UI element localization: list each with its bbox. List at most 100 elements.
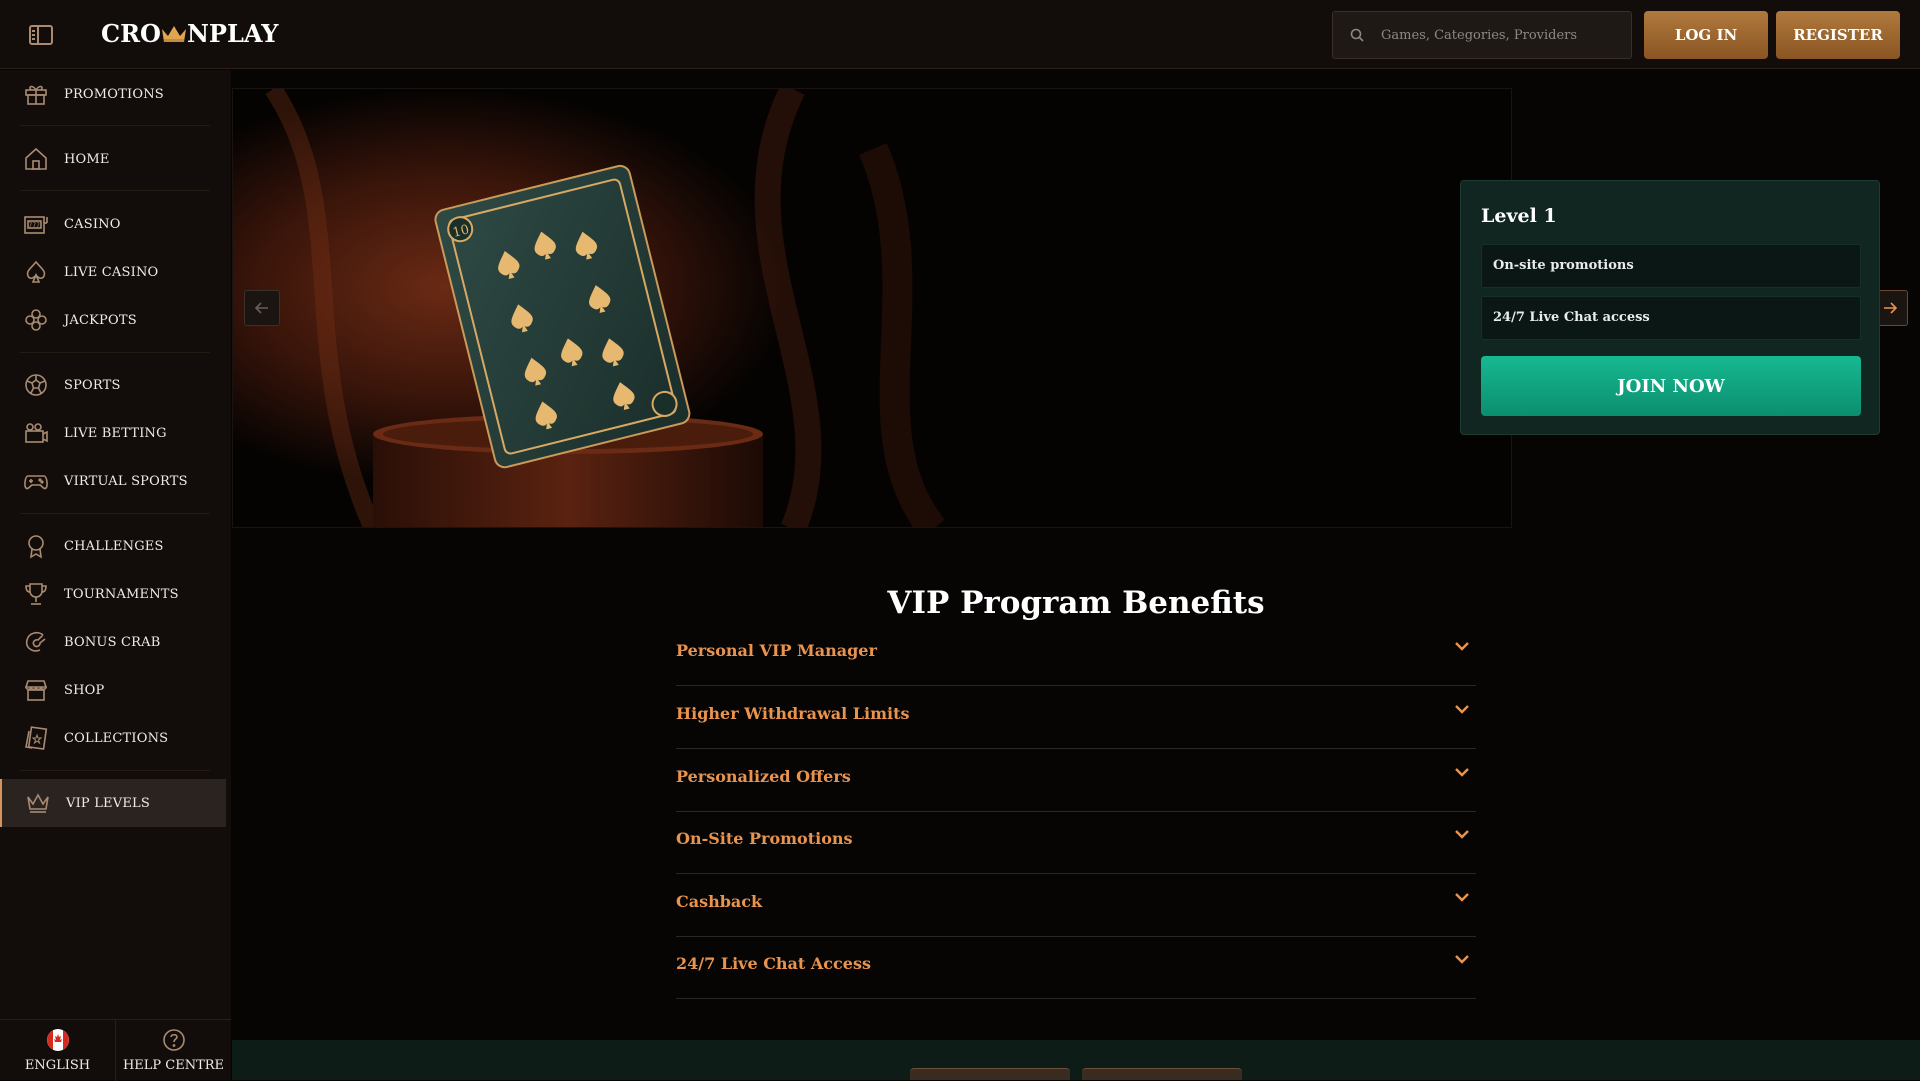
gift-icon [25,85,47,105]
sidebar-item-label: SHOP [64,682,105,698]
join-now-button[interactable]: JOIN NOW [1481,356,1861,416]
arrow-right-icon [1884,302,1897,314]
sidebar-item-label: HOME [64,151,110,167]
help-centre-label: HELP CENTRE [122,1058,225,1073]
sidebar-item-label: COLLECTIONS [64,730,169,746]
sidebar-item-label: SPORTS [64,377,121,393]
sidebar-item-bonus-crab[interactable]: BONUS CRAB [0,618,226,666]
chevron-down-icon [1455,768,1469,777]
sidebar-item-tournaments[interactable]: TOURNAMENTS [0,570,226,618]
sidebar-item-casino[interactable]: 777 CASINO [0,200,226,248]
gamepad-icon [24,475,48,490]
crownplay-logo[interactable]: CRO NPLAY [101,19,278,48]
sidebar-item-promotions[interactable]: PROMOTIONS [0,70,226,118]
sidebar-item-label: VIRTUAL SPORTS [64,473,188,489]
logo-text-start: CRO [101,19,161,48]
benefit-accordion-item[interactable]: On-Site Promotions [676,812,1476,874]
clover-icon [25,309,47,331]
trophy-icon [25,583,47,605]
hero-banner: 10 [232,88,1512,528]
sidebar: PROMOTIONS HOME 777 CASINO LIVE CASINO J… [0,70,231,1080]
shop-icon [24,680,48,701]
language-label: ENGLISH [24,1058,91,1073]
sidebar-divider [20,125,210,126]
sidebar-item-vip-levels[interactable]: VIP LEVELS [0,779,226,827]
sidebar-item-jackpots[interactable]: JACKPOTS [0,296,226,344]
sidebar-divider [20,513,210,514]
slot-machine-icon: 777 [24,216,48,234]
logo-crown-icon [161,26,186,42]
benefit-label: Higher Withdrawal Limits [676,704,910,723]
benefit-label: Personal VIP Manager [676,641,877,660]
bottom-tab-button[interactable] [1082,1068,1242,1080]
crab-claw-icon [25,631,46,652]
chevron-down-icon [1455,893,1469,902]
carousel-prev-button[interactable] [244,290,280,326]
chevron-down-icon [1455,955,1469,964]
home-icon [25,147,47,170]
crown-icon [27,793,49,813]
sidebar-item-label: CHALLENGES [64,538,164,554]
benefit-label: 24/7 Live Chat Access [676,954,871,973]
benefits-title: VIP Program Benefits [887,585,1265,621]
vip-level-card: Level 1 On-site promotions 24/7 Live Cha… [1460,180,1880,435]
level-perk: On-site promotions [1481,244,1861,288]
bottom-section-band [232,1040,1920,1080]
benefit-accordion-item[interactable]: Personal VIP Manager [676,624,1476,686]
benefit-label: On-Site Promotions [676,829,853,848]
cards-icon [25,726,48,750]
help-icon [162,1029,185,1051]
language-selector[interactable]: ENGLISH [0,1020,115,1081]
sidebar-item-home[interactable]: HOME [0,135,226,183]
sidebar-item-virtual-sports[interactable]: VIRTUAL SPORTS [0,457,226,505]
search-box[interactable] [1332,11,1632,59]
sidebar-item-sports[interactable]: SPORTS [0,361,226,409]
sidebar-item-label: CASINO [64,216,121,232]
help-centre-button[interactable]: HELP CENTRE [116,1020,231,1081]
spade-icon [26,260,46,283]
arrow-left-icon [255,302,268,314]
level-perk: 24/7 Live Chat access [1481,296,1861,340]
logo-text-end: NPLAY [186,19,279,48]
sidebar-item-challenges[interactable]: CHALLENGES [0,522,226,570]
sidebar-item-collections[interactable]: COLLECTIONS [0,714,226,762]
benefit-label: Cashback [676,892,763,911]
search-input[interactable] [1381,12,1621,58]
benefit-accordion-item[interactable]: Personalized Offers [676,750,1476,812]
sidebar-item-label: BONUS CRAB [64,634,161,650]
level-title: Level 1 [1481,205,1557,227]
level-perk-label: On-site promotions [1493,258,1634,273]
sidebar-divider [20,352,210,353]
ribbon-icon [28,535,44,559]
bottom-tab-button[interactable] [910,1068,1070,1080]
benefit-accordion-item[interactable]: 24/7 Live Chat Access [676,937,1476,999]
sidebar-footer: ENGLISH HELP CENTRE [0,1019,231,1081]
sidebar-item-live-casino[interactable]: LIVE CASINO [0,248,226,296]
canada-flag-icon [46,1029,69,1051]
sidebar-item-shop[interactable]: SHOP [0,666,226,714]
sidebar-divider [20,190,210,191]
sidebar-item-label: LIVE CASINO [64,264,159,280]
sidebar-item-label: VIP LEVELS [66,795,150,811]
svg-text:777: 777 [29,222,41,229]
chevron-down-icon [1455,705,1469,714]
register-button[interactable]: REGISTER [1776,11,1900,59]
soccer-ball-icon [25,374,47,396]
level-perk-label: 24/7 Live Chat access [1493,310,1650,325]
sidebar-item-label: JACKPOTS [64,312,137,328]
benefit-label: Personalized Offers [676,767,851,786]
chevron-down-icon [1455,830,1469,839]
sidebar-item-label: PROMOTIONS [64,86,164,102]
sidebar-divider [20,770,210,771]
sidebar-item-label: LIVE BETTING [64,425,167,441]
benefit-accordion-item[interactable]: Higher Withdrawal Limits [676,687,1476,749]
hero-playing-card-image: 10 [233,89,1511,527]
live-betting-icon [25,423,48,443]
chevron-down-icon [1455,642,1469,651]
benefit-accordion-item[interactable]: Cashback [676,875,1476,937]
sidebar-item-label: TOURNAMENTS [64,586,179,602]
login-button[interactable]: LOG IN [1644,11,1768,59]
sidebar-toggle-icon[interactable] [29,25,53,45]
sidebar-item-live-betting[interactable]: LIVE BETTING [0,409,226,457]
search-icon [1350,28,1364,42]
